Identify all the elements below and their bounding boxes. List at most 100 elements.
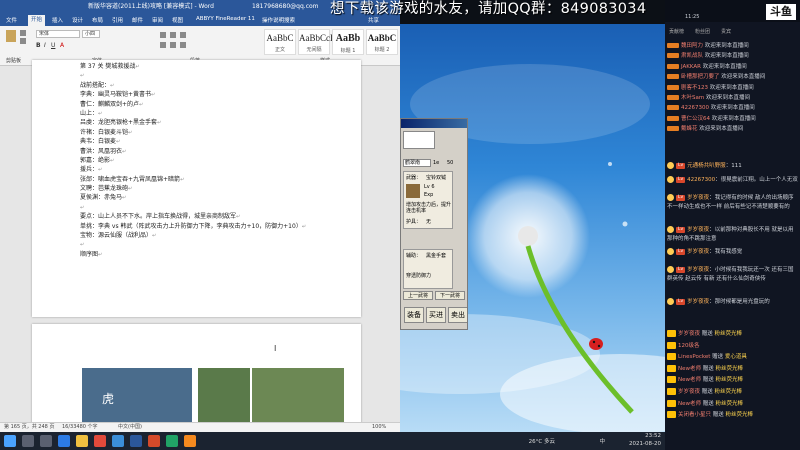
task-view-icon[interactable] (40, 435, 52, 447)
document-line[interactable]: 李典：幽灵马鞍铠+黄書书↵ (80, 90, 306, 99)
avatar[interactable] (667, 298, 674, 305)
chat-username[interactable]: 岁岁夜夜 (687, 227, 709, 233)
search-tell-me[interactable]: 操作说明搜索 (262, 16, 295, 24)
equip-button[interactable]: 装备 (404, 307, 424, 323)
app-icon[interactable] (148, 435, 160, 447)
welcome-username[interactable]: 戴蜂花 (681, 126, 698, 132)
document-line[interactable]: 第 37 关 樊城救援战↵ (80, 62, 306, 71)
avatar[interactable] (667, 176, 674, 183)
gift-username[interactable]: 岁岁夜夜 (678, 331, 700, 337)
welcome-username[interactable]: 卧槽那把刀要了 (681, 74, 720, 80)
avatar[interactable] (667, 162, 674, 169)
buy-button[interactable]: 买进 (426, 307, 446, 323)
document-line[interactable]: 许褚：白银麦斗铠↵ (80, 128, 306, 137)
numbering-icon[interactable] (170, 32, 176, 38)
align-right-icon[interactable] (180, 42, 186, 48)
font-name-select[interactable]: 宋体 (36, 30, 80, 38)
tab-vip[interactable]: 贵宾 (721, 28, 731, 35)
word-taskbar-icon[interactable] (130, 435, 142, 447)
document-line[interactable]: 单挑：李典 vs 韩武（阵武攻击力上升防御力下降，李典攻击力+10，防御力+10… (80, 222, 306, 231)
tab-review[interactable]: 审阅 (152, 16, 163, 24)
app-icon[interactable] (166, 435, 178, 447)
gift-username[interactable]: 关闭看小星只 (678, 412, 711, 418)
general-select[interactable]: 鹤翠南 (403, 159, 431, 167)
tab-layout[interactable]: 布局 (92, 16, 103, 24)
document-line[interactable]: ↵ (80, 240, 306, 249)
copy-icon[interactable] (20, 38, 26, 44)
style-normal[interactable]: AaBbC 正文 (264, 29, 296, 55)
welcome-username[interactable]: 肃凯战队 (681, 53, 703, 59)
tab-design[interactable]: 设计 (72, 16, 83, 24)
gift-username[interactable]: New老师 (678, 366, 701, 372)
tab-contribution[interactable]: 贡献榜 (669, 28, 684, 35)
welcome-username[interactable]: 木叶Sam (681, 95, 704, 101)
start-icon[interactable] (4, 435, 16, 447)
avatar[interactable] (667, 248, 674, 255)
welcome-username[interactable]: 42267300 (681, 105, 709, 111)
document-line[interactable]: 战前搭配：↵ (80, 81, 306, 90)
tab-fans[interactable]: 粉丝团 (695, 28, 710, 35)
document-body[interactable]: 第 37 关 樊城救援战↵ ↵ 战前搭配：↵ 李典：幽灵马鞍铠+黄書书↵ 曹仁：麒麟双剑… (80, 62, 306, 259)
document-line[interactable]: 曹洪：风凰羽衣↵ (80, 147, 306, 156)
avatar[interactable] (667, 226, 674, 233)
clock-time[interactable]: 23:52 (611, 433, 661, 439)
page-count[interactable]: 第 165 页，共 248 页 (4, 423, 54, 432)
welcome-username[interactable]: 曹仁公汉64 (681, 116, 710, 122)
style-no-spacing[interactable]: AaBbCcI 无间隔 (298, 29, 333, 55)
welcome-username[interactable]: JAKKAR (681, 64, 701, 70)
italic-icon[interactable]: I (44, 42, 46, 49)
bullets-icon[interactable] (160, 32, 166, 38)
chat-username[interactable]: 元通杨共叭野服 (687, 163, 726, 169)
chat-username[interactable]: 岁岁夜夜 (687, 299, 709, 305)
app-icon[interactable] (184, 435, 196, 447)
chat-username[interactable]: 岁岁夜夜 (687, 195, 709, 201)
document-line[interactable]: 吕虔：龙胆亮银枪+黑金手套↵ (80, 118, 306, 127)
file-explorer-icon[interactable] (76, 435, 88, 447)
chat-username[interactable]: 岁岁夜夜 (687, 267, 709, 273)
tab-view[interactable]: 视图 (172, 16, 183, 24)
search-icon[interactable] (22, 435, 34, 447)
style-heading-2[interactable]: AaBbC 标题 2 (366, 29, 398, 55)
document-line[interactable]: 张郃：啸血虎宝吞+九霄凤凰锦+暗箭↵ (80, 175, 306, 184)
document-line[interactable]: 宝物：源云仙服（战利品）↵ (80, 231, 306, 240)
cut-icon[interactable] (20, 30, 26, 36)
avatar[interactable] (667, 194, 674, 201)
document-line[interactable]: 夏侯渊：赤兔马↵ (80, 193, 306, 202)
tab-mailings[interactable]: 邮件 (132, 16, 143, 24)
prev-general-button[interactable]: 上一武将 (403, 291, 433, 300)
gift-username[interactable]: 120级各 (678, 343, 700, 349)
tab-abbyy[interactable]: ABBYY FineReader 11 (196, 16, 255, 22)
document-line[interactable]: 文聘：芭蕉龙珠砲↵ (80, 184, 306, 193)
app-icon[interactable] (112, 435, 124, 447)
weather-widget[interactable]: 26°C 多云 (529, 437, 555, 445)
document-line[interactable]: ↵ (80, 203, 306, 212)
gift-username[interactable]: 岁岁夜夜 (678, 389, 700, 395)
document-page[interactable]: 第 37 关 樊城救援战↵ ↵ 战前搭配：↵ 李典：幽灵马鞍铠+黄書书↵ 曹仁：麒麟双剑… (32, 60, 361, 317)
font-size-select[interactable]: 小四 (82, 30, 100, 38)
edge-icon[interactable] (58, 435, 70, 447)
word-count[interactable]: 16/33480 个字 (62, 423, 98, 432)
avatar[interactable] (667, 266, 674, 273)
next-general-button[interactable]: 下一武将 (435, 291, 465, 300)
ime-indicator[interactable]: 中 (599, 437, 605, 445)
chat-username[interactable]: 42267300 (687, 177, 715, 183)
zoom-level[interactable]: 100% (372, 423, 386, 432)
word-user-account[interactable]: 1817968680@qq.com (252, 0, 319, 14)
tab-home[interactable]: 开始 (28, 15, 46, 26)
document-line[interactable]: 顺序图↵ (80, 250, 306, 259)
multilevel-icon[interactable] (180, 32, 186, 38)
tab-references[interactable]: 引用 (112, 16, 123, 24)
paste-icon[interactable] (6, 30, 16, 42)
document-line[interactable]: 山上：↵ (80, 109, 306, 118)
clock-date[interactable]: 2021-08-20 (611, 441, 661, 447)
document-line[interactable]: ↵ (80, 71, 306, 80)
welcome-username[interactable]: 魏田阿力 (681, 43, 703, 49)
language-indicator[interactable]: 中文(中国) (118, 423, 142, 432)
sell-button[interactable]: 卖出 (448, 307, 467, 323)
align-center-icon[interactable] (170, 42, 176, 48)
app-icon[interactable] (94, 435, 106, 447)
document-line[interactable]: 援兵：↵ (80, 165, 306, 174)
align-left-icon[interactable] (160, 42, 166, 48)
underline-icon[interactable]: U (51, 42, 55, 49)
bold-icon[interactable]: B (36, 42, 41, 49)
